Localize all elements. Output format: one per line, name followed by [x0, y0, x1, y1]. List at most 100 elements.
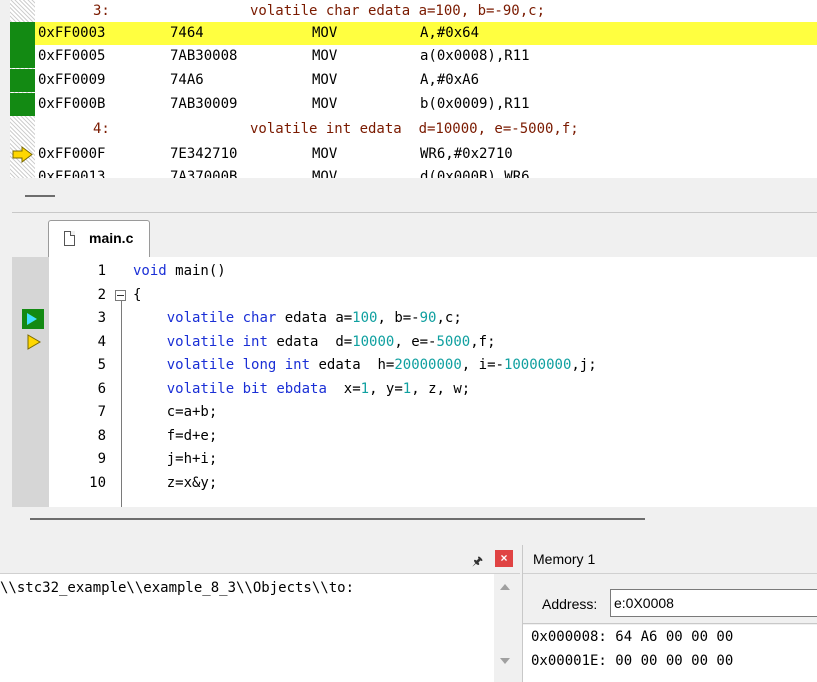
disasm-instruction-row[interactable]: 0xFF0013 7A37000B MOV d(0x000B),WR6: [10, 166, 817, 178]
instruction-address: 0xFF0013: [38, 169, 106, 178]
code-line[interactable]: 1 void main(): [12, 260, 817, 283]
executed-marker: [10, 45, 35, 68]
instruction-opcode: 7A37000B: [170, 169, 238, 178]
command-panel-titlebar: 🖈 ×: [0, 545, 520, 574]
code-token: j=h+i;: [133, 451, 218, 467]
instruction-operands: d(0x000B),WR6: [420, 169, 530, 178]
keyword-token: void: [133, 263, 167, 279]
code-token: , i=-: [461, 357, 504, 373]
code-line[interactable]: 6 volatile bit ebdata x=1, y=1, z, w;: [12, 378, 817, 401]
editor-horizontal-scrollbar[interactable]: [12, 507, 817, 533]
disassembly-window: 3: volatile char edata a=100, b=-90,c; 0xF…: [0, 0, 817, 212]
code-line[interactable]: 2{: [12, 284, 817, 307]
scroll-up-icon[interactable]: [500, 584, 510, 590]
code-token: , e=-: [394, 333, 437, 350]
code-token: {: [133, 286, 142, 303]
line-number: 1: [97, 263, 106, 279]
number-token: 1: [360, 380, 370, 397]
source-line-number: 3:: [93, 3, 110, 19]
code-token: , z, w;: [411, 380, 471, 397]
instruction-operands: a(0x0008),R11: [420, 48, 530, 64]
code-line[interactable]: 7 c=a+b;: [12, 401, 817, 424]
number-token: 20000000: [394, 357, 462, 373]
number-token: 100: [352, 310, 378, 326]
code-line[interactable]: 5 volatile long int edata h=20000000, i=…: [12, 354, 817, 377]
code-text: {: [133, 284, 141, 307]
keyword-token: int: [242, 333, 268, 350]
code-token: ,f;: [470, 333, 496, 350]
disasm-instruction-row[interactable]: 0xFF0005 7AB30008 MOV a(0x0008),R11: [10, 45, 817, 68]
line-number: 4: [97, 333, 106, 350]
code-token: edata a=: [276, 310, 353, 326]
editor-scroll-thumb[interactable]: [30, 518, 645, 520]
memory-panel-titlebar: Memory 1: [523, 545, 817, 574]
instruction-opcode: 7E342710: [170, 146, 238, 162]
code-area[interactable]: 1 void main() 2{3 volatile char edata a=10…: [12, 257, 817, 507]
line-number: 10: [89, 474, 106, 491]
code-text: volatile bit ebdata x=1, y=1, z, w;: [133, 378, 471, 401]
code-line[interactable]: 10 z=x&y;: [12, 472, 817, 495]
instruction-opcode: 7AB30009: [170, 96, 238, 112]
code-line[interactable]: 4 volatile int edata d=10000, e=-5000,f;: [12, 331, 817, 354]
keyword-token: volatile: [166, 380, 235, 397]
memory-row: 0x000008: 64 A6 00 00 00: [531, 629, 734, 645]
keyword-token: bit: [242, 380, 268, 397]
scroll-down-icon[interactable]: [500, 658, 510, 664]
disasm-source-line[interactable]: 4: volatile int edata d=10000, e=-5000,f;: [10, 118, 817, 141]
gutter-marker: [10, 166, 35, 178]
memory-panel: Memory 1 Address: 0x000008: 64 A6 00 00 …: [522, 545, 817, 682]
disasm-instruction-row[interactable]: 0xFF000B 7AB30009 MOV b(0x0009),R11: [10, 93, 817, 116]
keyword-token: volatile: [166, 357, 235, 373]
disasm-instruction-row[interactable]: 0xFF0003 7464 MOV A,#0x64: [10, 22, 817, 45]
line-number: 8: [97, 427, 106, 444]
number-token: 90: [419, 310, 437, 326]
code-token: ,c;: [436, 310, 462, 326]
code-text: void main(): [133, 260, 226, 283]
code-token: , y=: [369, 380, 403, 397]
instruction-address: 0xFF0009: [38, 72, 106, 88]
disasm-instruction-row[interactable]: 0xFF000F 7E342710 MOV WR6,#0x2710: [10, 143, 817, 166]
command-output[interactable]: \\stc32_example\\example_8_3\\Objects\\t…: [0, 574, 494, 682]
code-token: f=d+e;: [133, 427, 218, 444]
instruction-mnemonic: MOV: [312, 48, 338, 64]
instruction-mnemonic: MOV: [312, 146, 338, 162]
code-text: volatile long int edata h=20000000, i=-1…: [133, 354, 597, 377]
code-line[interactable]: 3 volatile char edata a=100, b=-90,c;: [12, 307, 817, 330]
keyword-token: char: [242, 310, 277, 326]
code-token: z=x&y;: [133, 474, 218, 491]
source-line-text: volatile int edata d=10000, e=-5000,f;: [250, 121, 579, 137]
address-input[interactable]: [610, 589, 817, 617]
fold-toggle-icon[interactable]: [115, 289, 126, 301]
current-instruction-arrow-icon: [12, 146, 33, 163]
instruction-address: 0xFF000F: [38, 146, 106, 162]
disasm-source-line[interactable]: 3: volatile char edata a=100, b=-90,c;: [10, 0, 817, 23]
keyword-token: long: [242, 357, 277, 373]
code-text: j=h+i;: [133, 448, 218, 471]
code-line[interactable]: 8 f=d+e;: [12, 425, 817, 448]
pin-icon[interactable]: 🖈: [472, 552, 483, 573]
number-token: 1: [402, 380, 412, 397]
tab-label: main.c: [89, 230, 134, 246]
executed-marker: [10, 22, 35, 45]
line-number: 9: [97, 451, 106, 467]
file-icon: [64, 231, 75, 246]
disassembly-scrollbar[interactable]: [10, 178, 817, 212]
code-token: ,j;: [571, 357, 597, 373]
disasm-instruction-row[interactable]: 0xFF0009 74A6 MOV A,#0xA6: [10, 69, 817, 92]
executed-marker: [10, 69, 35, 92]
code-text: volatile int edata d=10000, e=-5000,f;: [133, 331, 496, 354]
code-line[interactable]: 9 j=h+i;: [12, 448, 817, 471]
tab-main-c[interactable]: main.c: [48, 220, 150, 257]
disassembly-scroll-thumb[interactable]: [25, 195, 55, 197]
code-token: x=: [326, 380, 361, 397]
code-token: , b=-: [377, 310, 420, 326]
command-vertical-scrollbar[interactable]: [494, 574, 516, 682]
instruction-opcode: 7464: [170, 25, 204, 41]
instruction-mnemonic: MOV: [312, 96, 338, 112]
executed-marker: [10, 93, 35, 116]
memory-content[interactable]: 0x000008: 64 A6 00 00 00 0x00001E: 00 00…: [523, 625, 817, 682]
close-icon[interactable]: ×: [495, 550, 513, 567]
